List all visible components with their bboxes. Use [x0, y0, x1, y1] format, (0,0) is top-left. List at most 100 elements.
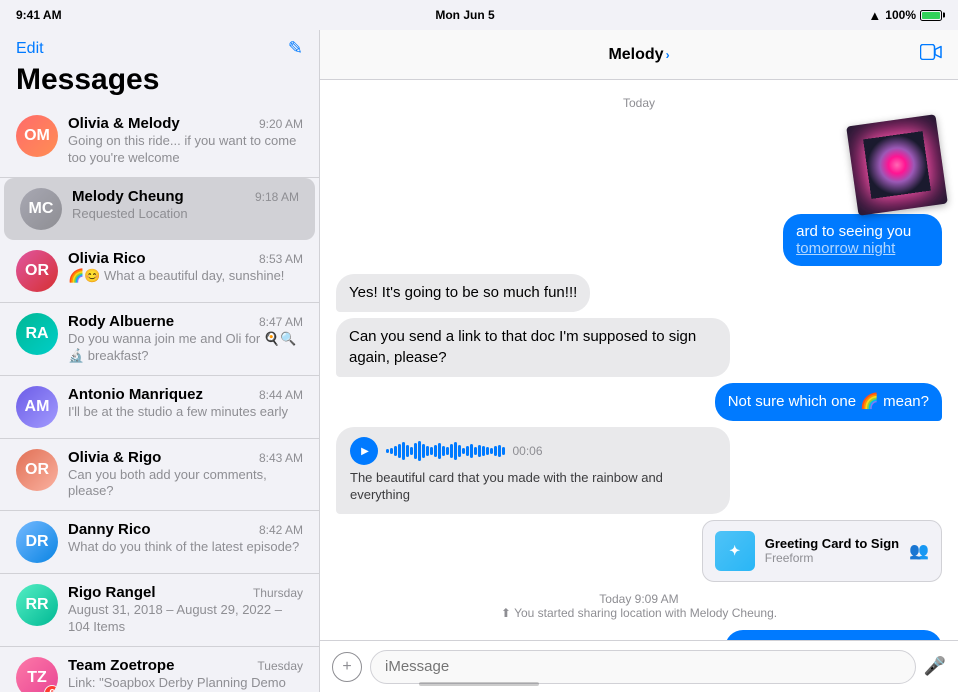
conv-preview-melody-cheung: Requested Location [72, 206, 299, 223]
conv-content-melody-cheung: Melody Cheung 9:18 AM Requested Location [72, 188, 299, 223]
wave-bar [402, 442, 405, 460]
conversation-item-team-zoetrope[interactable]: TZ 6 Team Zoetrope Tuesday Link: "Soapbo… [0, 647, 319, 692]
avatar-olivia-rico: OR [16, 250, 58, 292]
wave-bar [422, 444, 425, 458]
status-indicators: ▲ 100% [868, 8, 942, 23]
conversation-item-rody-albuerne[interactable]: RA Rody Albuerne 8:47 AM Do you wanna jo… [0, 303, 319, 376]
freeform-info: Greeting Card to Sign Freeform [765, 536, 899, 565]
conv-name-team-zoetrope: Team Zoetrope [68, 657, 174, 674]
battery-percent: 100% [885, 8, 916, 22]
avatar-olivia-rigo: OR [16, 449, 58, 491]
message-row-3: Can you send a link to that doc I'm supp… [336, 318, 942, 377]
wave-bar [474, 447, 477, 455]
conv-header-rigo-rangel: Rigo Rangel Thursday [68, 584, 303, 601]
location-text: You started sharing location with Melody… [514, 606, 777, 620]
wave-bar [470, 444, 473, 458]
app-container: Edit ✎ Messages OM Olivia & Melody 9:20 … [0, 30, 958, 692]
wave-bar [486, 447, 489, 455]
wave-bar [450, 444, 453, 458]
conversation-item-olivia-rico[interactable]: OR Olivia Rico 8:53 AM 🌈😊 What a beautif… [0, 240, 319, 303]
avatar-rigo-rangel: RR [16, 584, 58, 626]
sidebar-header: Edit ✎ [0, 30, 319, 63]
wave-bar [394, 446, 397, 456]
conv-header-olivia-melody: Olivia & Melody 9:20 AM [68, 115, 303, 132]
conv-name-antonio-manriquez: Antonio Manriquez [68, 386, 203, 403]
conversation-item-antonio-manriquez[interactable]: AM Antonio Manriquez 8:44 AM I'll be at … [0, 376, 319, 439]
conversation-item-olivia-melody[interactable]: OM Olivia & Melody 9:20 AM Going on this… [0, 105, 319, 178]
link-tomorrow-night[interactable]: tomorrow night [796, 240, 895, 257]
conv-name-danny-rico: Danny Rico [68, 521, 151, 538]
wave-bar [482, 446, 485, 456]
status-date: Mon Jun 5 [435, 8, 494, 22]
wave-bar [458, 445, 461, 457]
conv-time-olivia-rico: 8:53 AM [259, 252, 303, 266]
conv-header-antonio-manriquez: Antonio Manriquez 8:44 AM [68, 386, 303, 403]
play-button[interactable]: ▶ [350, 437, 378, 465]
conv-preview-rigo-rangel: August 31, 2018 – August 29, 2022 – 104 … [68, 602, 303, 636]
wave-bar [414, 443, 417, 459]
message-input[interactable] [370, 650, 916, 684]
voice-caption: The beautiful card that you made with th… [350, 470, 716, 504]
wave-bar [418, 441, 421, 461]
microphone-button[interactable]: 🎤 [924, 656, 946, 677]
avatar-antonio-manriquez: AM [16, 386, 58, 428]
freeform-thumbnail: ✦ [715, 531, 755, 571]
voice-controls: ▶ 00:06 [350, 437, 716, 465]
freeform-subtitle: Freeform [765, 551, 899, 565]
conv-header-danny-rico: Danny Rico 8:42 AM [68, 521, 303, 538]
avatar-melody-cheung: MC [20, 188, 62, 230]
chat-header: Melody › [320, 30, 958, 80]
avatar-rody-albuerne: RA [16, 313, 58, 355]
conv-time-danny-rico: 8:42 AM [259, 523, 303, 537]
conv-preview-danny-rico: What do you think of the latest episode? [68, 539, 303, 556]
conv-time-team-zoetrope: Tuesday [257, 659, 303, 673]
conversation-item-danny-rico[interactable]: DR Danny Rico 8:42 AM What do you think … [0, 511, 319, 574]
conv-name-olivia-melody: Olivia & Melody [68, 115, 180, 132]
wave-bar [494, 446, 497, 456]
edit-button[interactable]: Edit [16, 40, 44, 58]
freeform-card[interactable]: ✦ Greeting Card to Sign Freeform 👥 [702, 520, 942, 582]
conv-time-olivia-rigo: 8:43 AM [259, 451, 303, 465]
conv-content-rody-albuerne: Rody Albuerne 8:47 AM Do you wanna join … [68, 313, 303, 365]
message-row-img: ard to seeing you tomorrow night [336, 120, 942, 266]
conversation-item-melody-cheung[interactable]: MC Melody Cheung 9:18 AM Requested Locat… [4, 178, 315, 240]
chat-messages: Today ard to seeing you tomorrow night Y… [320, 80, 958, 640]
bubble-sent-1: ard to seeing you tomorrow night [783, 214, 942, 266]
conv-header-olivia-rigo: Olivia & Rigo 8:43 AM [68, 449, 303, 466]
wave-bar [386, 449, 389, 453]
contact-name[interactable]: Melody › [608, 46, 669, 64]
conversation-item-olivia-rigo[interactable]: OR Olivia & Rigo 8:43 AM Can you both ad… [0, 439, 319, 512]
location-arrow-icon: ⬆ [501, 606, 511, 620]
conv-content-antonio-manriquez: Antonio Manriquez 8:44 AM I'll be at the… [68, 386, 303, 421]
wave-bar [502, 447, 505, 455]
conv-preview-team-zoetrope: Link: "Soapbox Derby Planning Demo Board… [68, 675, 303, 692]
message-row-5: Of course! Thanks for asking [336, 630, 942, 640]
compose-button[interactable]: ✎ [288, 38, 303, 59]
conv-time-antonio-manriquez: 8:44 AM [259, 388, 303, 402]
wave-bar [498, 445, 501, 457]
conv-content-team-zoetrope: Team Zoetrope Tuesday Link: "Soapbox Der… [68, 657, 303, 692]
sidebar-title: Messages [0, 63, 319, 105]
conv-time-olivia-melody: 9:20 AM [259, 117, 303, 131]
conv-name-melody-cheung: Melody Cheung [72, 188, 184, 205]
wave-bar [410, 447, 413, 455]
video-call-button[interactable] [920, 43, 942, 66]
waveform [386, 439, 505, 463]
add-button[interactable]: + [332, 652, 362, 682]
conv-time-rigo-rangel: Thursday [253, 586, 303, 600]
voice-duration: 00:06 [513, 444, 543, 458]
bubble-received-1: Yes! It's going to be so much fun!!! [336, 274, 590, 312]
wave-bar [406, 445, 409, 457]
message-row-2: Yes! It's going to be so much fun!!! [336, 274, 942, 312]
freeform-title: Greeting Card to Sign [765, 536, 899, 551]
message-row-voice: ▶ 00:06 The beautiful card that you made… [336, 427, 942, 514]
contact-chevron-icon: › [666, 48, 670, 62]
wave-bar [398, 444, 401, 458]
conv-content-olivia-melody: Olivia & Melody 9:20 AM Going on this ri… [68, 115, 303, 167]
conv-name-olivia-rico: Olivia Rico [68, 250, 146, 267]
conversation-item-rigo-rangel[interactable]: RR Rigo Rangel Thursday August 31, 2018 … [0, 574, 319, 647]
wave-bar [390, 448, 393, 454]
play-icon: ▶ [361, 446, 369, 457]
conv-time-rody-albuerne: 8:47 AM [259, 315, 303, 329]
voice-bubble: ▶ 00:06 The beautiful card that you made… [336, 427, 730, 514]
